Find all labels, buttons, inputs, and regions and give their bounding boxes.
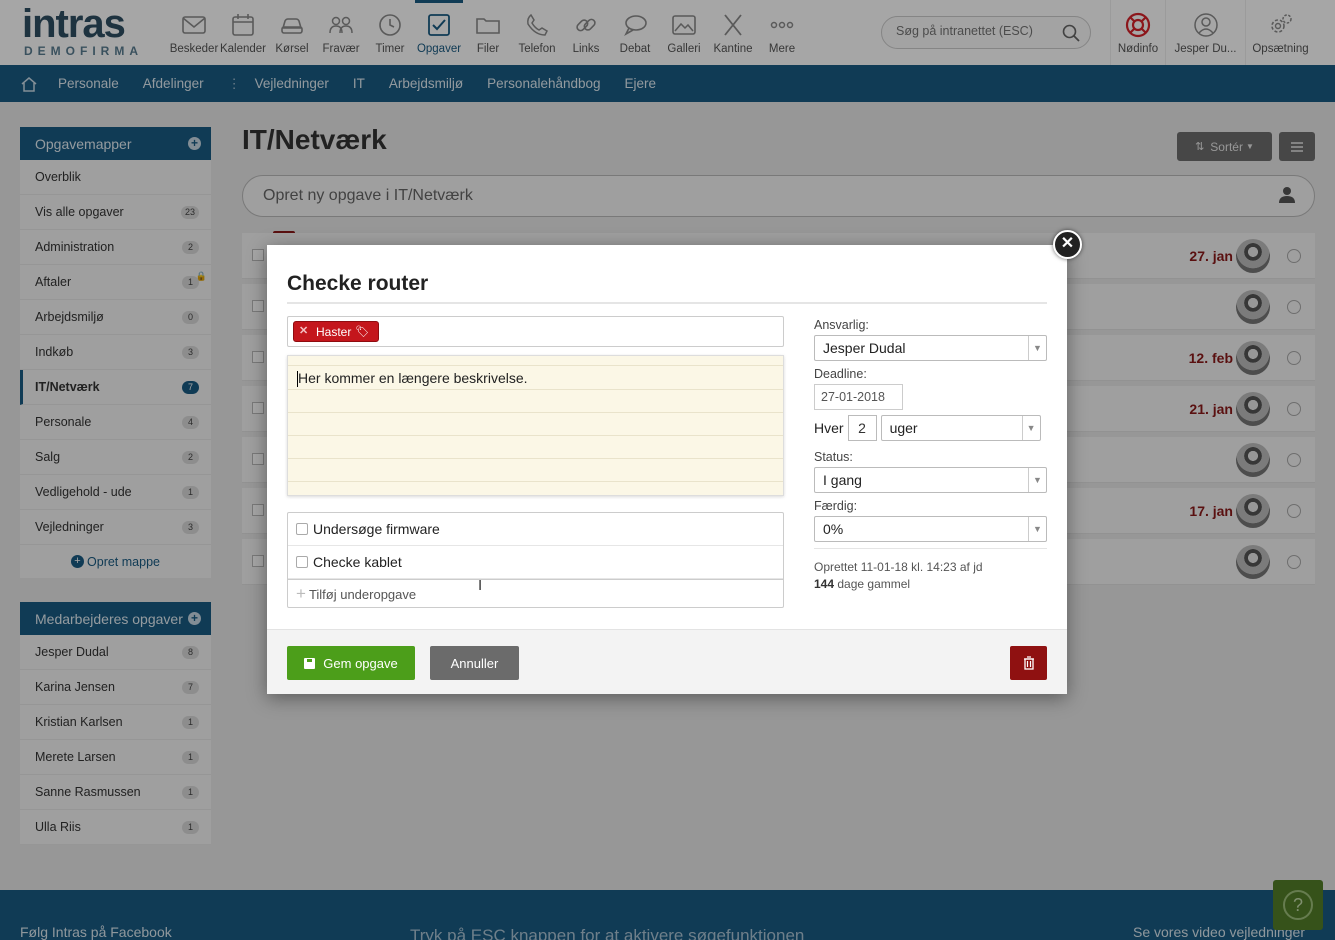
repeat-row: Hver 2 uger ▼ <box>814 414 1047 442</box>
dropdown-arrow-icon: ▼ <box>1028 336 1046 360</box>
subtask-item[interactable]: Checke kablet <box>288 546 783 579</box>
tag-label: Haster <box>316 324 352 339</box>
tag-input[interactable]: ✕ Haster 🏷 <box>287 316 784 347</box>
description-text: Her kommer en længere beskrivelse. <box>297 370 528 387</box>
repeat-number-input[interactable]: 2 <box>847 415 877 441</box>
remove-tag-icon[interactable]: ✕ <box>299 324 308 337</box>
text-cursor-icon: I <box>478 577 483 594</box>
status-label: Status: <box>814 450 853 464</box>
close-icon: ✕ <box>1060 235 1075 252</box>
cancel-button[interactable]: Annuller <box>430 646 519 680</box>
repeat-label: Hver <box>814 420 844 436</box>
subtask-checkbox[interactable] <box>296 523 308 535</box>
dialog-title: Checke router <box>287 272 429 295</box>
responsible-label: Ansvarlig: <box>814 318 869 332</box>
dropdown-arrow-icon: ▼ <box>1028 517 1046 541</box>
divider <box>814 548 1047 549</box>
done-label: Færdig: <box>814 499 858 513</box>
divider <box>287 302 1047 304</box>
description-textarea[interactable]: Her kommer en længere beskrivelse. <box>287 355 784 496</box>
subtask-item[interactable]: Undersøge firmware <box>288 513 783 546</box>
dialog-footer: Gem opgave Annuller <box>267 629 1067 694</box>
task-edit-dialog: Checke router ✕ Haster 🏷 Her kommer en l… <box>267 245 1067 694</box>
plus-icon: + <box>296 584 306 603</box>
responsible-select[interactable]: Jesper Dudal ▼ <box>814 335 1047 361</box>
repeat-unit-value: uger <box>889 420 918 436</box>
add-subtask-input[interactable]: + Tilføj underopgave <box>288 579 783 608</box>
add-subtask-label: Tilføj underopgave <box>308 586 417 602</box>
subtask-label: Undersøge firmware <box>313 521 440 537</box>
subtask-label: Checke kablet <box>313 554 402 570</box>
dropdown-arrow-icon: ▼ <box>1021 416 1040 440</box>
age-days: 144 <box>814 577 835 591</box>
save-icon <box>304 657 316 669</box>
cancel-label: Annuller <box>450 655 499 671</box>
responsible-value: Jesper Dudal <box>823 340 906 356</box>
age-suffix: dage gammel <box>837 577 911 591</box>
status-select[interactable]: I gang ▼ <box>814 467 1047 493</box>
created-info: Oprettet 11-01-18 kl. 14:23 af jd <box>814 560 983 574</box>
task-properties: Ansvarlig: Jesper Dudal ▼ Deadline: 27-01… <box>814 318 1047 593</box>
age-info: 144 dage gammel <box>814 576 1047 593</box>
status-value: I gang <box>823 472 862 488</box>
save-label: Gem opgave <box>323 655 398 671</box>
close-dialog-button[interactable]: ✕ <box>1053 230 1082 259</box>
done-select[interactable]: 0% ▼ <box>814 516 1047 542</box>
repeat-unit-select[interactable]: uger ▼ <box>880 415 1041 441</box>
save-task-button[interactable]: Gem opgave <box>287 646 415 680</box>
deadline-input[interactable]: 27-01-2018 <box>814 384 903 410</box>
tag-icon: 🏷 <box>355 326 370 338</box>
delete-task-button[interactable] <box>1010 646 1047 680</box>
deadline-label: Deadline: <box>814 367 867 381</box>
subtask-list: Undersøge firmware Checke kablet + Tilføj… <box>287 512 784 608</box>
done-value: 0% <box>823 521 844 537</box>
tag-chip[interactable]: ✕ Haster 🏷 <box>293 321 380 342</box>
subtask-checkbox[interactable] <box>296 556 308 568</box>
trash-icon <box>1023 656 1034 670</box>
dropdown-arrow-icon: ▼ <box>1028 468 1046 492</box>
